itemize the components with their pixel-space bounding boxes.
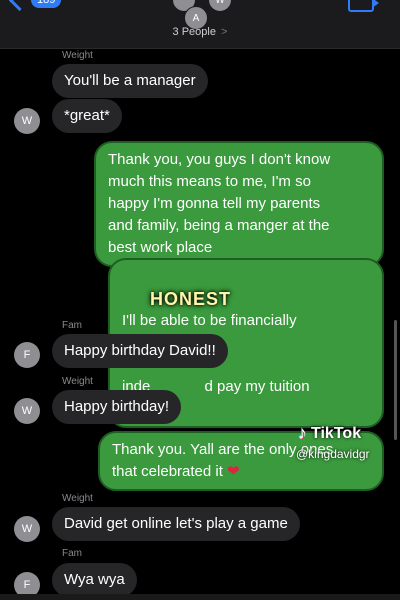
chevron-right-icon: >: [221, 26, 228, 38]
compose-bar-edge: [0, 594, 400, 600]
sender-avatar: W: [14, 516, 40, 542]
message-line: Thank you, you guys I don't know: [108, 151, 331, 168]
sender-name: Fam: [62, 548, 82, 559]
tiktok-wordmark: TikTok: [311, 424, 362, 442]
sender-name: Fam: [62, 320, 82, 331]
sender-avatar: W: [14, 398, 40, 424]
incoming-message[interactable]: Happy birthday!: [52, 390, 182, 424]
conversation-header: 189 A W 3 People >: [0, 0, 400, 49]
tiktok-username: @kingdavidgr: [296, 447, 370, 461]
incoming-message[interactable]: You'll be a manager: [52, 64, 208, 98]
unread-count-badge: 189: [31, 0, 62, 8]
message-line: that celebrated it: [112, 463, 223, 480]
message-line: best work place: [108, 239, 213, 256]
back-button[interactable]: 189: [4, 0, 62, 11]
sender-name: Weight: [62, 493, 93, 504]
sender-avatar: W: [14, 108, 40, 134]
incoming-message[interactable]: *great*: [52, 99, 122, 133]
heart-emoji-icon: ❤: [227, 463, 240, 480]
group-avatars[interactable]: A W: [168, 0, 238, 30]
group-details-link[interactable]: 3 People >: [0, 26, 400, 38]
tiktok-watermark: ♪ TikTok: [298, 423, 361, 444]
incoming-message[interactable]: David get online let's play a game: [52, 507, 300, 541]
incoming-message[interactable]: Happy birthday David!!: [52, 334, 228, 368]
people-count-label: 3 People: [172, 26, 216, 38]
sender-name: Weight: [62, 50, 93, 61]
avatar: W: [208, 0, 232, 12]
honest-caption-overlay: HONEST: [150, 289, 232, 309]
message-line: happy I'm gonna tell my parents: [108, 195, 321, 212]
incoming-message[interactable]: Wya wya: [52, 563, 137, 597]
tiktok-note-icon: ♪: [298, 423, 307, 443]
sender-name: Weight: [62, 376, 93, 387]
message-line: and family, being a manger at the: [108, 217, 330, 234]
message-line: much this means to me, I'm so: [108, 173, 311, 190]
chevron-left-icon: [8, 0, 31, 11]
scrollbar[interactable]: [394, 320, 397, 440]
video-call-icon[interactable]: [348, 0, 379, 12]
sender-avatar: F: [14, 342, 40, 368]
message-line: I'll be able to be financially: [122, 312, 297, 329]
outgoing-message[interactable]: Thank you, you guys I don't know much th…: [94, 141, 384, 267]
message-line-with-heart: that celebrated it ❤: [112, 461, 370, 483]
